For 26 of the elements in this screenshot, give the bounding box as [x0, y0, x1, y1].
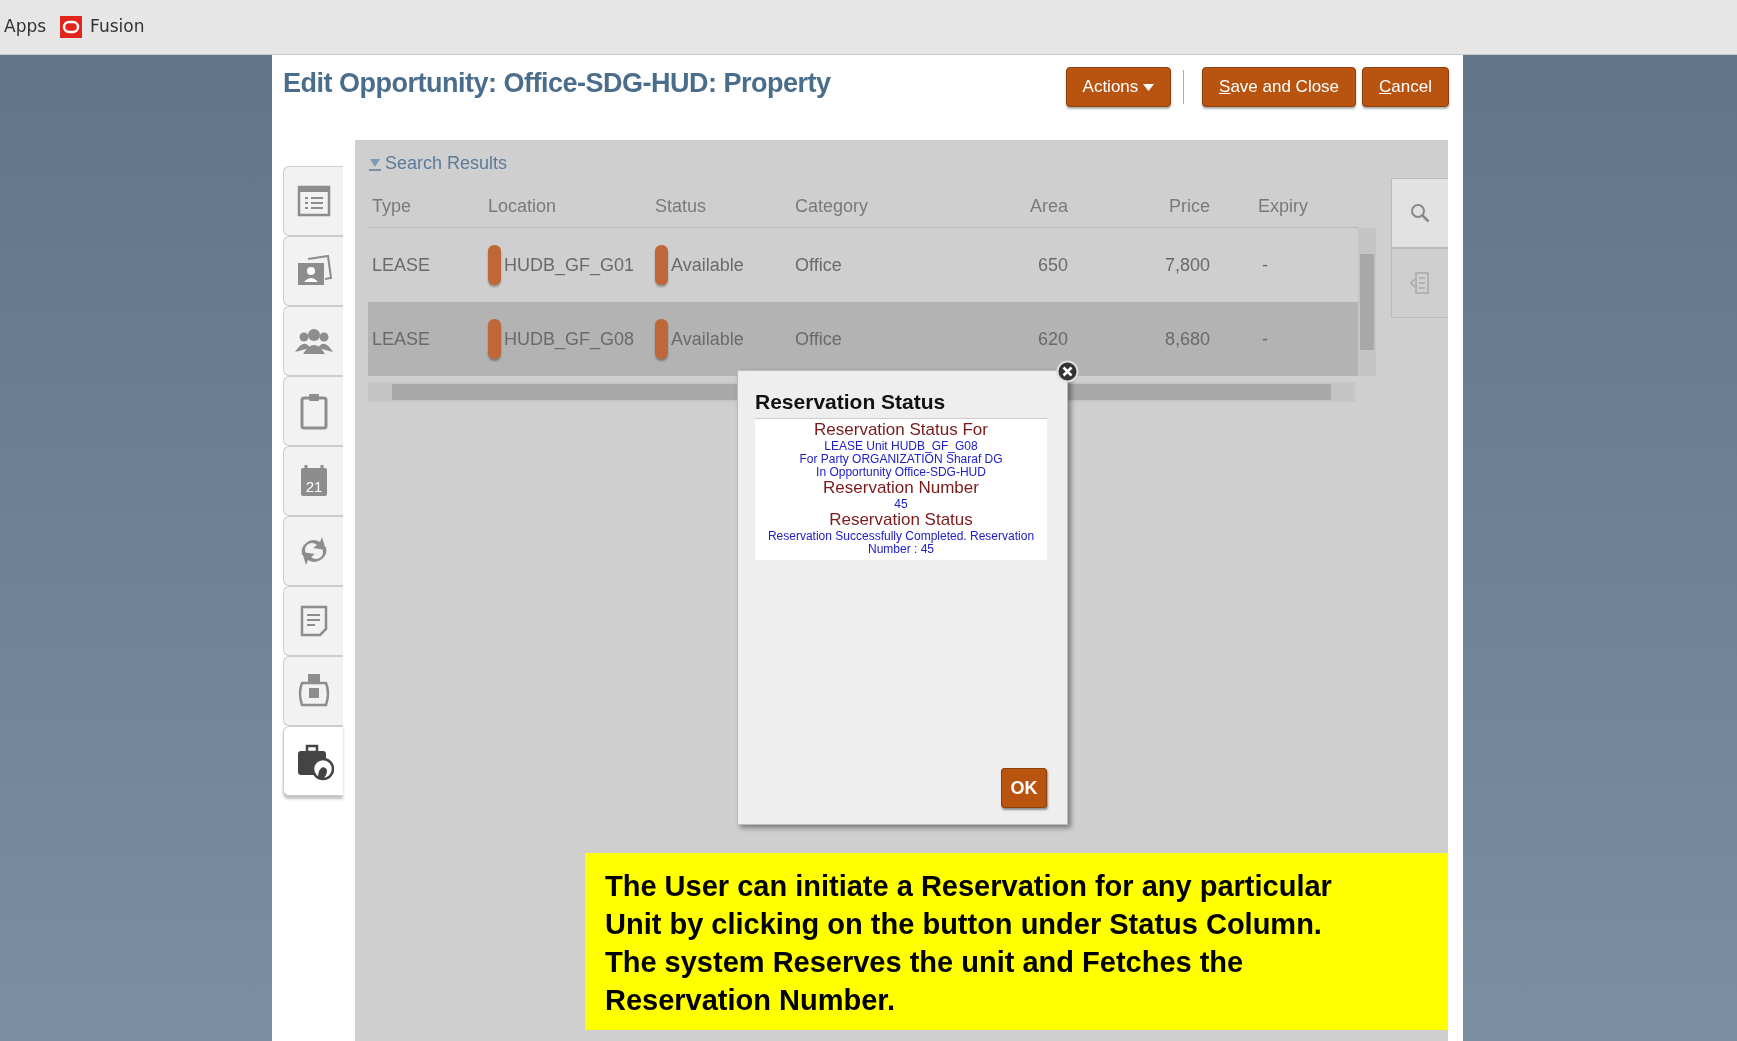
table-cell-text: HUDB_GF_G08	[504, 327, 635, 352]
table-cell-text: LEASE	[372, 327, 431, 351]
table-cell-text: 8,680	[1164, 327, 1210, 351]
message-heading: Reservation Number	[822, 479, 980, 499]
message-text: For Party ORGANIZATION Sharaf DG	[798, 453, 1004, 467]
table-cell-text: Office	[795, 327, 842, 351]
table-cell-text: -	[1262, 327, 1268, 351]
table-cell-text: 620	[1037, 327, 1068, 351]
table-cell-text: 7,800	[1164, 253, 1210, 277]
message-text: Reservation Successfully Completed. Reservation Number : 45	[766, 530, 1036, 557]
table-cell-text: 650	[1037, 253, 1068, 277]
table-cell-text: -	[1262, 253, 1268, 277]
message-text: 45	[893, 498, 909, 512]
table-cell-text: LEASE	[372, 253, 431, 277]
page-title: Edit Opportunity: Office-SDG-HUD: Property	[283, 67, 831, 100]
table-cell-text: Office	[795, 253, 842, 277]
message-text: In Opportunity Office-SDG-HUD	[815, 466, 987, 480]
message-heading: Reservation Status For	[813, 421, 989, 440]
annotation-note: The User can initiate a Reservation for any particular Unit by clicking on the button under Status Column. The system Reserves the unit and Fetches the Reservation Number.	[585, 853, 1448, 1030]
message-heading: Reservation Status	[828, 511, 974, 530]
table-cell-text: Available	[671, 253, 744, 277]
section-title: Search Results	[385, 152, 508, 175]
dialog-title: Reservation Status	[755, 389, 947, 415]
table-cell-text: Available	[671, 327, 744, 351]
message-text: LEASE Unit HUDB_GF_G08	[823, 439, 979, 454]
table-cell-text: HUDB_GF_G01	[504, 253, 635, 278]
